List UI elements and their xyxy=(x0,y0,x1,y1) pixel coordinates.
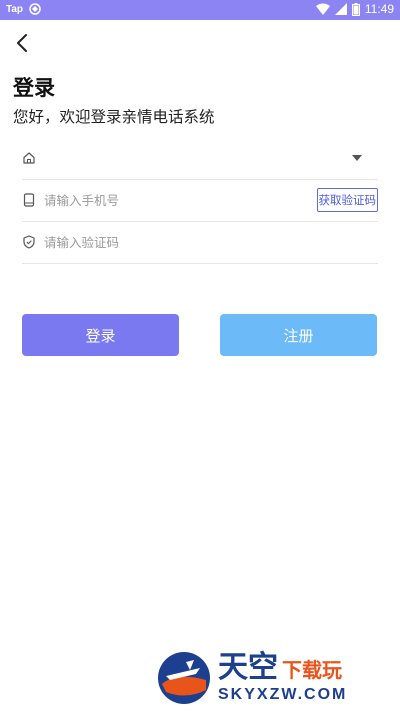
watermark-domain: SKYXZW.COM xyxy=(218,686,348,703)
status-bar: Tap 11:49 xyxy=(0,0,400,20)
page-subtitle: 您好，欢迎登录亲情电话系统 xyxy=(13,108,215,126)
watermark-text: 天空 下载玩 SKYXZW.COM xyxy=(218,653,347,703)
get-code-button[interactable]: 获取验证码 xyxy=(316,188,378,212)
watermark-slogan: 下载玩 xyxy=(282,658,342,682)
page-title: 登录 xyxy=(13,76,55,100)
carrier-label: Tap xyxy=(6,3,24,15)
battery-icon xyxy=(351,2,360,16)
status-left: Tap xyxy=(6,3,41,15)
status-right: 11:49 xyxy=(315,2,394,16)
school-select-value[interactable] xyxy=(44,137,314,179)
register-button[interactable]: 注册 xyxy=(220,314,377,356)
watermark-brand: 天空 xyxy=(218,650,278,685)
sync-icon xyxy=(29,3,41,15)
dropdown-arrow-icon[interactable] xyxy=(352,155,362,161)
shield-icon xyxy=(23,235,35,249)
phone-row: 获取验证码 xyxy=(22,179,378,222)
sky-logo-icon xyxy=(158,652,210,704)
clock: 11:49 xyxy=(364,2,394,16)
watermark: 天空 下载玩 SKYXZW.COM xyxy=(156,650,347,706)
code-row xyxy=(22,221,378,264)
school-select[interactable] xyxy=(22,137,378,180)
chevron-left-icon[interactable] xyxy=(12,32,34,54)
watermark-line1: 天空 下载玩 xyxy=(218,653,347,683)
signal-icon xyxy=(334,3,347,15)
phone-icon xyxy=(23,193,35,207)
login-button[interactable]: 登录 xyxy=(22,314,179,356)
wifi-icon xyxy=(315,3,330,15)
code-input[interactable] xyxy=(44,221,314,263)
home-icon xyxy=(23,152,35,164)
phone-input[interactable] xyxy=(44,179,314,221)
